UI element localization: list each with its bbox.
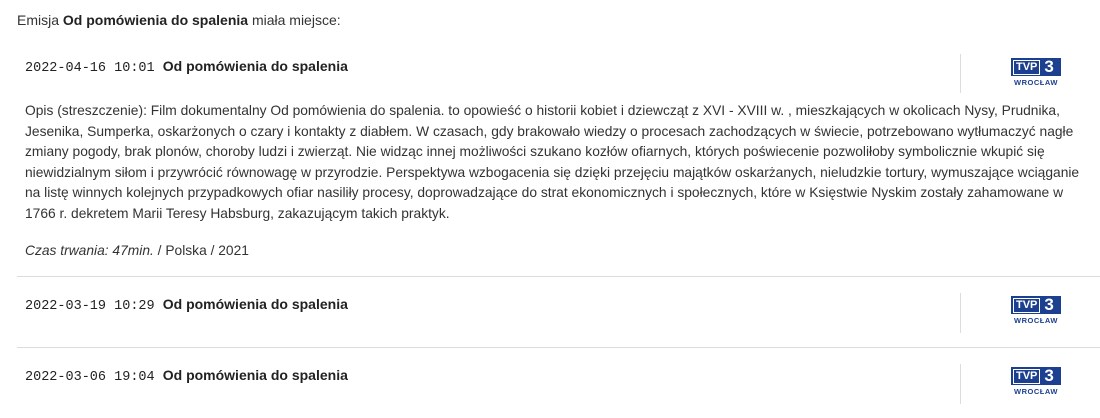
channel-logo[interactable]: TVP 3 WROCŁAW [1011,367,1061,396]
broadcast-entry: 2022-03-06 19:04 Od pomówienia do spalen… [17,348,1100,418]
entry-datetime: 2022-04-16 10:01 [25,61,155,76]
broadcast-entry: 2022-03-19 10:29 Od pomówienia do spalen… [17,277,1100,348]
channel-city: WROCŁAW [1014,316,1058,325]
entry-description: Opis (streszczenie): Film dokumentalny O… [25,103,1080,221]
intro-title: Od pomówienia do spalenia [62,12,249,28]
intro-line: Emisja Od pomówienia do spalenia miała m… [17,12,341,28]
entry-datetime: 2022-03-19 10:29 [25,299,155,314]
divider [960,293,961,333]
channel-city: WROCŁAW [1014,387,1058,396]
country-year: / Polska / 2021 [153,243,249,258]
duration-label: Czas trwania: 47min. [25,243,154,258]
intro-prefix: Emisja [17,12,60,28]
entry-meta: Czas trwania: 47min. / Polska / 2021 [25,243,249,258]
divider [960,364,961,404]
entry-title[interactable]: Od pomówienia do spalenia [163,296,348,312]
tvp-logo-icon: TVP 3 [1011,367,1061,385]
entry-header: 2022-03-06 19:04 Od pomówienia do spalen… [25,367,348,385]
entry-title[interactable]: Od pomówienia do spalenia [163,367,348,383]
tvp-logo-icon: TVP 3 [1011,296,1061,314]
tvp-logo-icon: TVP 3 [1011,58,1061,76]
broadcast-entry: 2022-04-16 10:01 Od pomówienia do spalen… [17,42,1100,277]
entry-title[interactable]: Od pomówienia do spalenia [163,58,348,74]
divider [960,54,961,93]
entry-datetime: 2022-03-06 19:04 [25,370,155,385]
intro-suffix: miała miejsce: [251,12,341,28]
channel-logo[interactable]: TVP 3 WROCŁAW [1011,296,1061,325]
channel-logo[interactable]: TVP 3 WROCŁAW [1011,58,1061,87]
entry-header: 2022-03-19 10:29 Od pomówienia do spalen… [25,296,348,314]
entry-header: 2022-04-16 10:01 Od pomówienia do spalen… [25,58,348,76]
channel-city: WROCŁAW [1014,78,1058,87]
